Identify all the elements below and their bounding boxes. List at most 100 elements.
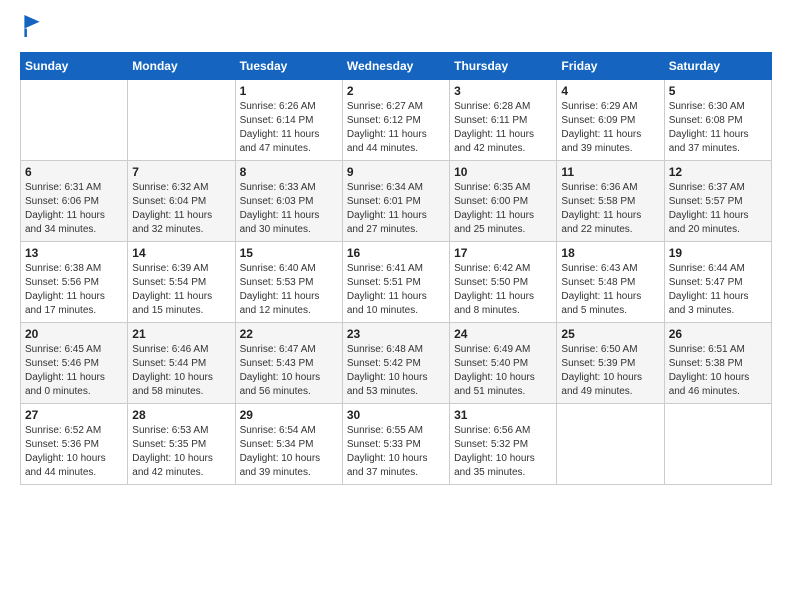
day-info: Sunrise: 6:44 AMSunset: 5:47 PMDaylight:… [669, 262, 767, 318]
cell-w4-d3: 23 Sunrise: 6:48 AMSunset: 5:42 PMDayligh… [342, 323, 449, 404]
cell-w2-d6: 12Sunrise: 6:37 AMSunset: 5:57 PMDayligh… [664, 161, 771, 242]
cell-w2-d5: 11 Sunrise: 6:36 AMSunset: 5:58 PMDayligh… [557, 161, 664, 242]
header-friday: Friday [557, 53, 664, 80]
header-thursday: Thursday [450, 53, 557, 80]
cell-w3-d6: 19 Sunrise: 6:44 AMSunset: 5:47 PMDayligh… [664, 242, 771, 323]
cell-w1-d4: 3Sunrise: 6:28 AMSunset: 6:11 PMDaylight… [450, 80, 557, 161]
day-number: 13 [25, 246, 123, 260]
day-info: Sunrise: 6:56 AMSunset: 5:32 PMDaylight:… [454, 424, 552, 480]
day-info: Sunrise: 6:51 AMSunset: 5:38 PMDaylight:… [669, 343, 767, 399]
day-info: Sunrise: 6:38 AMSunset: 5:56 PMDaylight:… [25, 262, 123, 318]
day-number: 21 [132, 327, 230, 341]
day-info: Sunrise: 6:37 AMSunset: 5:57 PMDaylight:… [669, 181, 767, 237]
header-wednesday: Wednesday [342, 53, 449, 80]
day-info: Sunrise: 6:46 AMSunset: 5:44 PMDaylight:… [132, 343, 230, 399]
day-number: 29 [240, 408, 338, 422]
day-number: 4 [561, 84, 659, 98]
day-number: 11 [561, 165, 659, 179]
day-number: 17 [454, 246, 552, 260]
day-number: 19 [669, 246, 767, 260]
day-number: 7 [132, 165, 230, 179]
header-sunday: Sunday [21, 53, 128, 80]
day-number: 25 [561, 327, 659, 341]
calendar-table: SundayMondayTuesdayWednesdayThursdayFrid… [20, 52, 772, 485]
day-info: Sunrise: 6:48 AMSunset: 5:42 PMDaylight:… [347, 343, 445, 399]
day-number: 24 [454, 327, 552, 341]
day-info: Sunrise: 6:52 AMSunset: 5:36 PMDaylight:… [25, 424, 123, 480]
day-info: Sunrise: 6:32 AMSunset: 6:04 PMDaylight:… [132, 181, 230, 237]
day-info: Sunrise: 6:34 AMSunset: 6:01 PMDaylight:… [347, 181, 445, 237]
cell-w1-d5: 4 Sunrise: 6:29 AMSunset: 6:09 PMDaylight… [557, 80, 664, 161]
day-number: 2 [347, 84, 445, 98]
day-number: 31 [454, 408, 552, 422]
day-number: 27 [25, 408, 123, 422]
day-number: 15 [240, 246, 338, 260]
cell-w2-d1: 7 Sunrise: 6:32 AMSunset: 6:04 PMDaylight… [128, 161, 235, 242]
day-number: 16 [347, 246, 445, 260]
day-info: Sunrise: 6:41 AMSunset: 5:51 PMDaylight:… [347, 262, 445, 318]
day-info: Sunrise: 6:26 AMSunset: 6:14 PMDaylight:… [240, 100, 338, 156]
cell-w1-d0 [21, 80, 128, 161]
day-number: 10 [454, 165, 552, 179]
cell-w5-d1: 28 Sunrise: 6:53 AMSunset: 5:35 PMDayligh… [128, 404, 235, 485]
day-number: 5 [669, 84, 767, 98]
week-row-1: 1 Sunrise: 6:26 AMSunset: 6:14 PMDaylight… [21, 80, 772, 161]
cell-w3-d5: 18 Sunrise: 6:43 AMSunset: 5:48 PMDayligh… [557, 242, 664, 323]
day-number: 26 [669, 327, 767, 341]
cell-w3-d2: 15 Sunrise: 6:40 AMSunset: 5:53 PMDayligh… [235, 242, 342, 323]
logo [20, 16, 41, 40]
day-info: Sunrise: 6:55 AMSunset: 5:33 PMDaylight:… [347, 424, 445, 480]
cell-w5-d3: 30Sunrise: 6:55 AMSunset: 5:33 PMDayligh… [342, 404, 449, 485]
day-number: 1 [240, 84, 338, 98]
week-row-5: 27 Sunrise: 6:52 AMSunset: 5:36 PMDayligh… [21, 404, 772, 485]
cell-w3-d1: 14 Sunrise: 6:39 AMSunset: 5:54 PMDayligh… [128, 242, 235, 323]
day-info: Sunrise: 6:31 AMSunset: 6:06 PMDaylight:… [25, 181, 123, 237]
day-info: Sunrise: 6:45 AMSunset: 5:46 PMDaylight:… [25, 343, 123, 399]
cell-w2-d3: 9 Sunrise: 6:34 AMSunset: 6:01 PMDaylight… [342, 161, 449, 242]
day-info: Sunrise: 6:50 AMSunset: 5:39 PMDaylight:… [561, 343, 659, 399]
day-info: Sunrise: 6:28 AMSunset: 6:11 PMDaylight:… [454, 100, 552, 156]
cell-w3-d0: 13 Sunrise: 6:38 AMSunset: 5:56 PMDayligh… [21, 242, 128, 323]
day-info: Sunrise: 6:35 AMSunset: 6:00 PMDaylight:… [454, 181, 552, 237]
day-info: Sunrise: 6:40 AMSunset: 5:53 PMDaylight:… [240, 262, 338, 318]
cell-w4-d4: 24 Sunrise: 6:49 AMSunset: 5:40 PMDayligh… [450, 323, 557, 404]
header-tuesday: Tuesday [235, 53, 342, 80]
cell-w2-d0: 6 Sunrise: 6:31 AMSunset: 6:06 PMDaylight… [21, 161, 128, 242]
day-info: Sunrise: 6:39 AMSunset: 5:54 PMDaylight:… [132, 262, 230, 318]
day-number: 20 [25, 327, 123, 341]
cell-w5-d4: 31 Sunrise: 6:56 AMSunset: 5:32 PMDayligh… [450, 404, 557, 485]
day-number: 18 [561, 246, 659, 260]
header-saturday: Saturday [664, 53, 771, 80]
cell-w3-d4: 17 Sunrise: 6:42 AMSunset: 5:50 PMDayligh… [450, 242, 557, 323]
cell-w4-d0: 20 Sunrise: 6:45 AMSunset: 5:46 PMDayligh… [21, 323, 128, 404]
cell-w3-d3: 16 Sunrise: 6:41 AMSunset: 5:51 PMDayligh… [342, 242, 449, 323]
day-number: 6 [25, 165, 123, 179]
cell-w4-d6: 26 Sunrise: 6:51 AMSunset: 5:38 PMDayligh… [664, 323, 771, 404]
cell-w1-d6: 5 Sunrise: 6:30 AMSunset: 6:08 PMDaylight… [664, 80, 771, 161]
page: SundayMondayTuesdayWednesdayThursdayFrid… [0, 0, 792, 612]
day-info: Sunrise: 6:29 AMSunset: 6:09 PMDaylight:… [561, 100, 659, 156]
cell-w4-d1: 21 Sunrise: 6:46 AMSunset: 5:44 PMDayligh… [128, 323, 235, 404]
day-number: 28 [132, 408, 230, 422]
day-number: 8 [240, 165, 338, 179]
day-info: Sunrise: 6:42 AMSunset: 5:50 PMDaylight:… [454, 262, 552, 318]
cell-w5-d0: 27 Sunrise: 6:52 AMSunset: 5:36 PMDayligh… [21, 404, 128, 485]
cell-w2-d4: 10 Sunrise: 6:35 AMSunset: 6:00 PMDayligh… [450, 161, 557, 242]
cell-w5-d5 [557, 404, 664, 485]
day-number: 22 [240, 327, 338, 341]
day-number: 14 [132, 246, 230, 260]
day-info: Sunrise: 6:53 AMSunset: 5:35 PMDaylight:… [132, 424, 230, 480]
cell-w1-d2: 1 Sunrise: 6:26 AMSunset: 6:14 PMDaylight… [235, 80, 342, 161]
day-info: Sunrise: 6:43 AMSunset: 5:48 PMDaylight:… [561, 262, 659, 318]
day-number: 23 [347, 327, 445, 341]
day-info: Sunrise: 6:36 AMSunset: 5:58 PMDaylight:… [561, 181, 659, 237]
week-row-2: 6 Sunrise: 6:31 AMSunset: 6:06 PMDaylight… [21, 161, 772, 242]
day-info: Sunrise: 6:47 AMSunset: 5:43 PMDaylight:… [240, 343, 338, 399]
cell-w2-d2: 8Sunrise: 6:33 AMSunset: 6:03 PMDaylight… [235, 161, 342, 242]
cell-w5-d2: 29Sunrise: 6:54 AMSunset: 5:34 PMDayligh… [235, 404, 342, 485]
header-monday: Monday [128, 53, 235, 80]
day-info: Sunrise: 6:27 AMSunset: 6:12 PMDaylight:… [347, 100, 445, 156]
day-info: Sunrise: 6:30 AMSunset: 6:08 PMDaylight:… [669, 100, 767, 156]
day-number: 9 [347, 165, 445, 179]
day-info: Sunrise: 6:49 AMSunset: 5:40 PMDaylight:… [454, 343, 552, 399]
